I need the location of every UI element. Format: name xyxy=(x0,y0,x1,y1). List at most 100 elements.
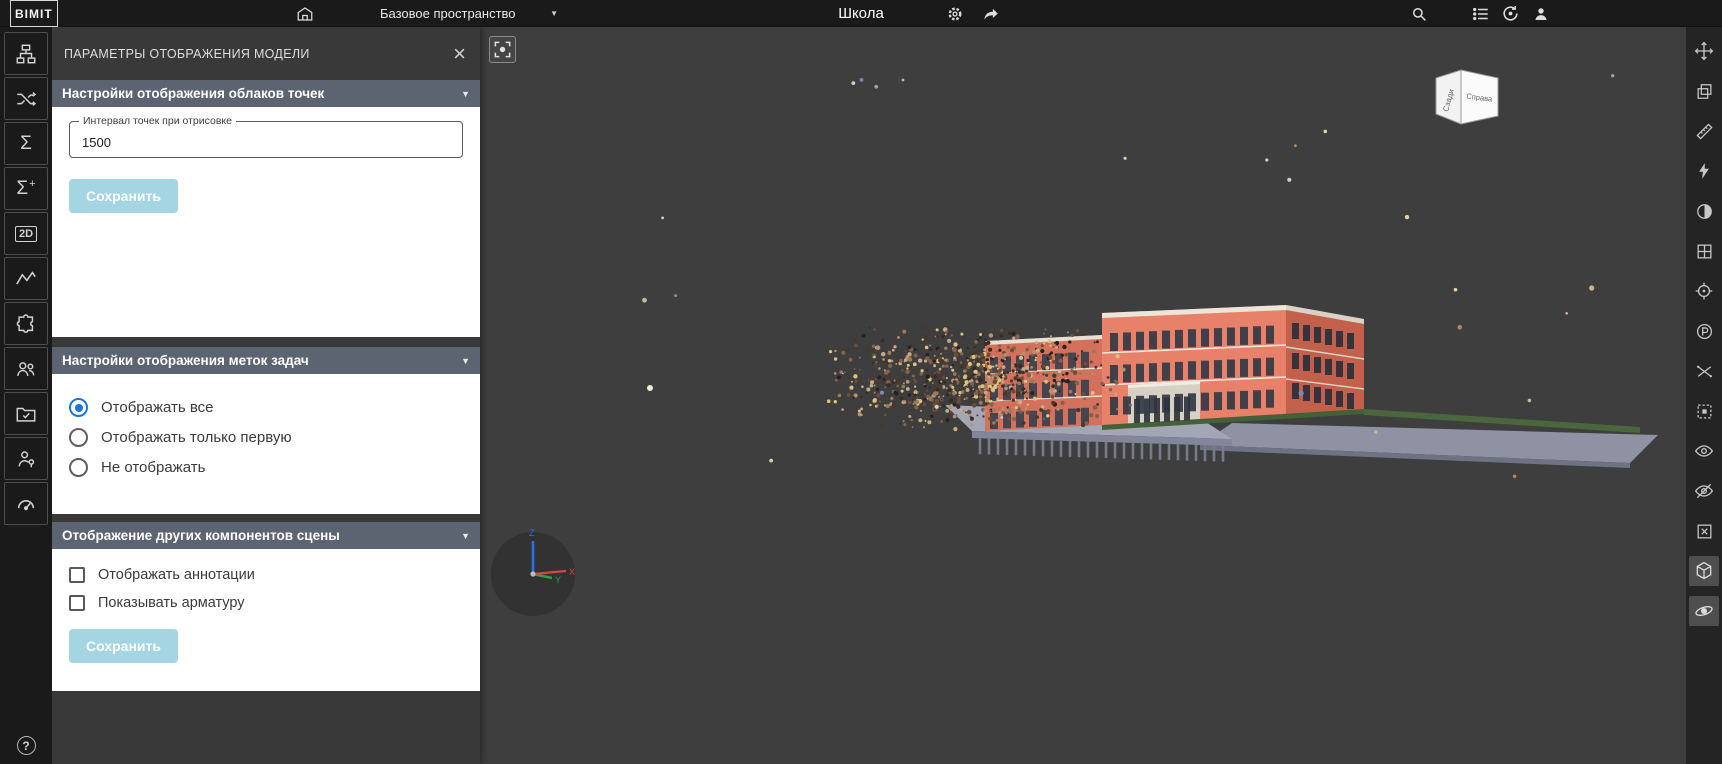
parking-button[interactable] xyxy=(1689,316,1719,346)
contrast-button[interactable] xyxy=(1689,196,1719,226)
axis-y-label: Y xyxy=(555,575,561,585)
radio-show-all[interactable]: Отображать все xyxy=(69,398,463,417)
model-tree-icon xyxy=(15,43,37,65)
users-icon xyxy=(15,358,37,380)
delete-box-button[interactable] xyxy=(1689,516,1719,546)
search-button[interactable] xyxy=(1410,0,1428,27)
axis-z-label: Z xyxy=(529,528,535,538)
sidebar-item-sum-add[interactable]: Σ+ xyxy=(4,167,48,210)
sync-button[interactable] xyxy=(1501,0,1520,27)
left-sidebar: Σ Σ+ 2D xyxy=(0,27,52,764)
locate-button[interactable] xyxy=(1689,276,1719,306)
help-button[interactable]: ? xyxy=(17,736,36,755)
orbit-button[interactable] xyxy=(1689,596,1719,626)
target-icon xyxy=(1694,281,1714,301)
interval-input[interactable] xyxy=(70,128,462,156)
chevron-down-icon: ▼ xyxy=(461,531,470,541)
section-point-clouds-header[interactable]: Настройки отображения облаков точек ▼ xyxy=(52,80,480,107)
interval-field-label: Интервал точек при отрисовке xyxy=(79,115,236,127)
sidebar-item-sum[interactable]: Σ xyxy=(4,122,48,165)
section-other-header[interactable]: Отображение других компонентов сцены ▼ xyxy=(52,522,480,549)
app-logo[interactable]: BIMIT xyxy=(10,0,58,27)
section-planes-button[interactable] xyxy=(1689,356,1719,386)
model-cube-button[interactable] xyxy=(1689,556,1719,586)
focus-icon xyxy=(493,40,512,59)
focus-button[interactable] xyxy=(489,36,516,63)
chevron-down-icon: ▼ xyxy=(461,356,470,366)
axis-gizmo[interactable]: Z Y X xyxy=(491,528,575,616)
section-other-body: Отображать аннотации Показывать арматуру… xyxy=(52,549,480,691)
interval-field-wrapper: Интервал точек при отрисовке xyxy=(69,121,463,158)
user-icon xyxy=(1532,5,1550,23)
layers-icon xyxy=(1695,82,1714,101)
folder-icon xyxy=(15,403,37,425)
panel-title: ПАРАМЕТРЫ ОТОБРАЖЕНИЯ МОДЕЛИ xyxy=(64,47,310,61)
save-point-clouds-button[interactable]: Сохранить xyxy=(69,179,178,213)
sidebar-item-charts[interactable] xyxy=(4,257,48,300)
grid-plus-icon xyxy=(1695,242,1714,261)
sync-icon xyxy=(1501,4,1520,23)
share-button[interactable] xyxy=(982,0,1000,27)
project-title: Школа xyxy=(0,0,1722,27)
radio-show-first-only[interactable]: Отображать только первую xyxy=(69,428,463,447)
checkbox-indicator xyxy=(69,595,85,611)
scene-3d[interactable]: Z Y X xyxy=(480,27,1686,764)
grid-add-button[interactable] xyxy=(1689,236,1719,266)
radio-indicator xyxy=(69,398,88,417)
layers-button[interactable] xyxy=(1689,76,1719,106)
sidebar-item-dashboard[interactable] xyxy=(4,482,48,525)
viewport-3d: Z Y X Сзади Справа xyxy=(480,27,1686,764)
radio-indicator xyxy=(69,428,88,447)
user-button[interactable] xyxy=(1532,0,1550,27)
share-icon xyxy=(982,5,1000,23)
half-circle-icon xyxy=(1695,202,1714,221)
section-task-marks-header[interactable]: Настройки отображения меток задач ▼ xyxy=(52,347,480,374)
sidebar-item-users[interactable] xyxy=(4,347,48,390)
chart-icon xyxy=(15,268,37,290)
sum-icon: Σ xyxy=(20,133,32,155)
shuffle-icon xyxy=(15,88,37,110)
save-other-button[interactable]: Сохранить xyxy=(69,629,178,663)
sum-add-icon: Σ xyxy=(16,178,28,200)
chevron-down-icon: ▼ xyxy=(550,9,558,18)
chevron-down-icon: ▼ xyxy=(461,89,470,99)
menu-button[interactable] xyxy=(1472,0,1490,27)
bounding-box-button[interactable] xyxy=(1689,396,1719,426)
building-icon xyxy=(296,5,314,23)
right-toolbar xyxy=(1686,27,1722,764)
sidebar-item-connections[interactable] xyxy=(4,77,48,120)
user-location-icon xyxy=(15,448,37,470)
radio-show-none[interactable]: Не отображать xyxy=(69,458,463,477)
gear-icon xyxy=(946,5,964,23)
sidebar-item-projects[interactable] xyxy=(4,392,48,435)
box-x-icon xyxy=(1695,522,1714,541)
space-selector[interactable]: Базовое пространство ▼ xyxy=(380,0,558,27)
sidebar-item-geo-users[interactable] xyxy=(4,437,48,480)
sidebar-item-2d[interactable]: 2D xyxy=(4,212,48,255)
eye-off-icon xyxy=(1694,481,1714,501)
pan-button[interactable] xyxy=(1689,36,1719,66)
puzzle-icon xyxy=(15,313,37,335)
checkbox-annotations[interactable]: Отображать аннотации xyxy=(69,567,463,583)
ruler-icon xyxy=(1695,122,1714,141)
dashed-box-icon xyxy=(1695,402,1714,421)
axis-x-label: X xyxy=(569,567,575,577)
close-button[interactable]: × xyxy=(453,43,466,65)
orbit-icon xyxy=(1694,601,1714,621)
object-button[interactable] xyxy=(296,0,314,27)
section-planes-icon xyxy=(1695,362,1714,381)
sidebar-item-model-tree[interactable] xyxy=(4,32,48,75)
checkbox-rebar[interactable]: Показывать арматуру xyxy=(69,595,463,611)
search-icon xyxy=(1410,5,1428,23)
space-selector-label: Базовое пространство xyxy=(380,6,516,21)
show-button[interactable] xyxy=(1689,436,1719,466)
checkbox-indicator xyxy=(69,567,85,583)
clash-button[interactable] xyxy=(1689,156,1719,186)
parking-icon xyxy=(1695,322,1714,341)
pan-icon xyxy=(1694,41,1714,61)
sidebar-item-plugins[interactable] xyxy=(4,302,48,345)
view-cube[interactable]: Сзади Справа xyxy=(1432,67,1502,127)
hide-button[interactable] xyxy=(1689,476,1719,506)
measure-button[interactable] xyxy=(1689,116,1719,146)
settings-button[interactable] xyxy=(946,0,964,27)
